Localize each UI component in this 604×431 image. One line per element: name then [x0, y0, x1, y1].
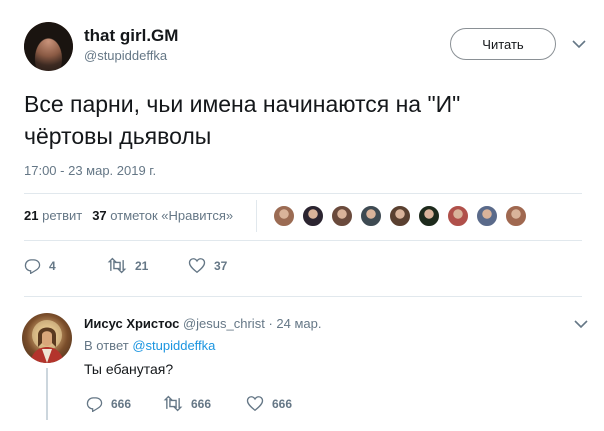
reply-date[interactable]: 24 мар. — [276, 316, 321, 331]
thread-line — [46, 368, 48, 420]
heart-icon — [188, 258, 206, 274]
like-action[interactable]: 37 — [188, 257, 227, 274]
liker-avatar[interactable] — [359, 204, 383, 228]
liker-avatar[interactable] — [504, 204, 528, 228]
likes-count: 37 — [92, 208, 107, 223]
stats-divider — [256, 200, 257, 232]
in-reply-to-prefix: В ответ — [84, 338, 129, 353]
tweet-text-line-2: чёртовы дьяволы — [24, 123, 212, 149]
liker-avatar[interactable] — [417, 204, 441, 228]
reply-text: Ты ебанутая? — [84, 361, 174, 377]
tweet-stats: 21 ретвит 37 отметок «Нравится» — [24, 208, 233, 223]
liker-avatar[interactable] — [388, 204, 412, 228]
divider — [24, 193, 582, 194]
likes-label: отметок «Нравится» — [110, 208, 234, 223]
divider — [24, 296, 582, 297]
tweet-text: Все парни, чьи имена начинаются на "И" ч… — [24, 88, 584, 152]
in-reply-to-user-link[interactable]: @stupiddeffka — [132, 338, 215, 353]
reply-action[interactable]: 4 — [24, 257, 56, 274]
follow-button[interactable]: Читать — [450, 28, 556, 60]
in-reply-to: В ответ @stupiddeffka — [84, 338, 215, 353]
reply-like-action[interactable]: 666 — [246, 395, 292, 412]
heart-icon — [246, 396, 264, 412]
divider — [24, 240, 582, 241]
liker-avatar[interactable] — [301, 204, 325, 228]
likes-stat[interactable]: 37 отметок «Нравится» — [92, 208, 233, 223]
reply-reply-count: 666 — [111, 396, 132, 411]
separator-dot: · — [268, 316, 273, 331]
tweet-timestamp[interactable]: 17:00 - 23 мар. 2019 г. — [24, 163, 156, 178]
retweet-icon — [107, 257, 127, 274]
reply-author-name[interactable]: Иисус Христос — [84, 316, 179, 331]
reply-retweet-action[interactable]: 666 — [163, 395, 211, 412]
reply-icon — [24, 259, 41, 274]
reply-icon — [86, 397, 103, 412]
author-display-name[interactable]: that girl.GM — [84, 26, 178, 46]
retweets-count: 21 — [24, 208, 39, 223]
retweet-icon — [163, 395, 183, 412]
reply-reply-action[interactable]: 666 — [86, 395, 131, 412]
retweet-action[interactable]: 21 — [107, 257, 148, 274]
reply-retweet-count: 666 — [191, 396, 212, 411]
author-username[interactable]: @stupiddeffka — [84, 48, 167, 63]
reply-author-avatar[interactable] — [22, 313, 72, 363]
retweet-count: 21 — [135, 258, 149, 273]
reply-like-count: 666 — [272, 396, 293, 411]
tweet-text-line-1: Все парни, чьи имена начинаются на "И" — [24, 91, 461, 117]
chevron-down-icon[interactable] — [574, 320, 588, 329]
like-count: 37 — [214, 258, 228, 273]
chevron-down-icon[interactable] — [572, 40, 586, 49]
portrait-image — [30, 320, 64, 363]
reply-author-username[interactable]: @jesus_christ — [183, 316, 265, 331]
retweets-label: ретвит — [42, 208, 83, 223]
retweets-stat[interactable]: 21 ретвит — [24, 208, 82, 223]
author-avatar[interactable] — [24, 22, 73, 71]
liker-avatar[interactable] — [475, 204, 499, 228]
liker-avatar[interactable] — [272, 204, 296, 228]
liker-avatar[interactable] — [330, 204, 354, 228]
liker-avatar[interactable] — [446, 204, 470, 228]
reply-header: Иисус Христос @jesus_christ · 24 мар. — [84, 316, 322, 331]
reply-count: 4 — [49, 258, 56, 273]
